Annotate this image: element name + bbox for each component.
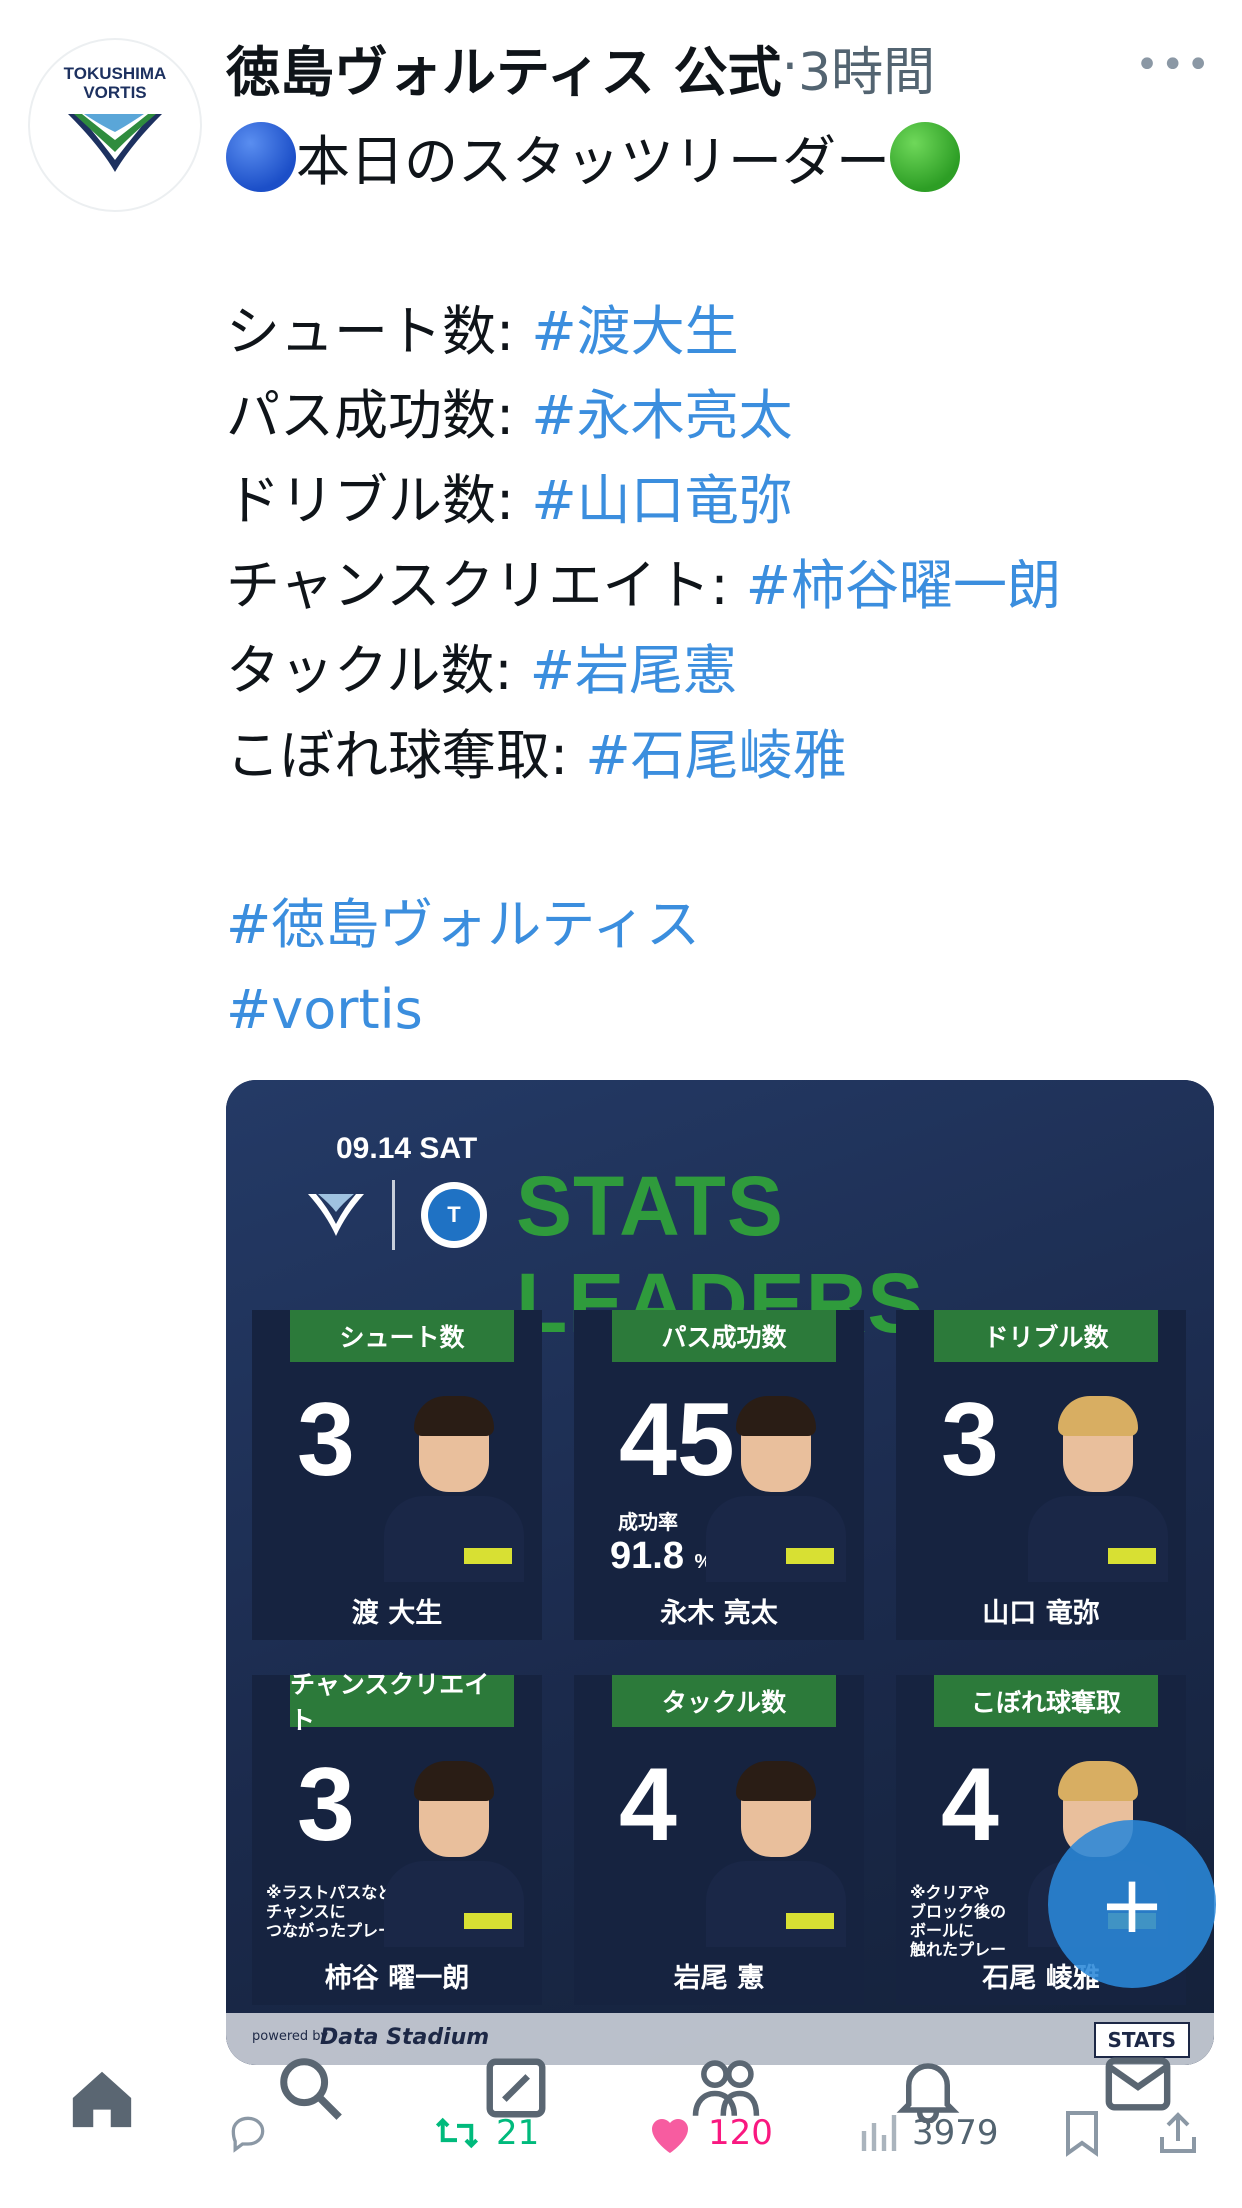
hashtag-link[interactable]: #永木亮太 bbox=[531, 384, 792, 447]
tweet-header: 徳島ヴォルティス 公式 · 3時間 bbox=[226, 30, 935, 105]
stat-line: ドリブル数: #山口竜弥 bbox=[226, 469, 793, 533]
plus-icon: + bbox=[1098, 1857, 1166, 1951]
stat-value: 3 bbox=[297, 1747, 355, 1863]
match-date: 09.14 SAT bbox=[336, 1132, 478, 1165]
stat-cell: チャンスクリエイト 3 ※ラストパスなど チャンスに つながったプレー 柿谷 曜… bbox=[252, 1670, 542, 2005]
opponent-logo-icon: T bbox=[421, 1182, 487, 1248]
stat-label: こぼれ球奪取 bbox=[934, 1675, 1158, 1727]
hashtag-line: #vortis bbox=[226, 968, 1216, 1053]
stat-value: 4 bbox=[941, 1747, 999, 1863]
tab-spaces[interactable] bbox=[476, 2048, 556, 2128]
tweet-text: 本日のスタッツリーダー シュート数: #渡大生 パス成功数: #永木亮太 ドリブ… bbox=[226, 120, 1216, 1053]
stat-value: 4 bbox=[619, 1747, 677, 1863]
stat-label: パス成功数 bbox=[612, 1310, 836, 1362]
home-icon bbox=[72, 2071, 132, 2128]
compose-square-icon bbox=[486, 2058, 546, 2118]
player-photo bbox=[384, 1396, 524, 1582]
player-photo bbox=[1028, 1396, 1168, 1582]
player-name: 岩尾 憲 bbox=[673, 1963, 765, 1994]
hashtag-link[interactable]: #柿谷曜一朗 bbox=[746, 554, 1061, 617]
team-logos: T bbox=[306, 1180, 487, 1250]
stat-label: シュート数 bbox=[290, 1310, 514, 1362]
player-photo bbox=[706, 1761, 846, 1947]
player-name: 永木 亮太 bbox=[660, 1598, 778, 1629]
headline: 本日のスタッツリーダー bbox=[226, 120, 1216, 205]
compose-tweet-button[interactable]: + bbox=[1048, 1820, 1216, 1988]
tab-search[interactable] bbox=[270, 2048, 350, 2128]
player-photo bbox=[706, 1396, 846, 1582]
separator-dot: · bbox=[781, 37, 799, 97]
green-circle-icon bbox=[890, 122, 960, 192]
stat-line: こぼれ球奪取: #石尾崚雅 bbox=[226, 723, 847, 787]
stat-cell: パス成功数 45 成功率 91.8 % 永木 亮太 bbox=[574, 1310, 864, 1640]
success-rate-label: 成功率 bbox=[618, 1510, 678, 1534]
bell-icon bbox=[896, 2063, 960, 2123]
stat-label: タックル数 bbox=[612, 1675, 836, 1727]
stat-note: ※ラストパスなど チャンスに つながったプレー bbox=[266, 1883, 395, 1940]
stat-line: パス成功数: #永木亮太 bbox=[226, 384, 793, 448]
hashtag-link[interactable]: #vortis bbox=[226, 978, 423, 1041]
stat-label: チャンスクリエイト bbox=[290, 1670, 514, 1735]
stat-label: ドリブル数 bbox=[934, 1310, 1158, 1362]
stat-cell: シュート数 3 渡 大生 bbox=[252, 1310, 542, 1640]
tab-notifications[interactable] bbox=[888, 2048, 968, 2128]
logo-divider bbox=[392, 1180, 395, 1250]
hashtag-link[interactable]: #渡大生 bbox=[531, 300, 738, 363]
hashtag-link[interactable]: #石尾崚雅 bbox=[585, 724, 846, 787]
stat-value: 3 bbox=[941, 1382, 999, 1498]
stat-line: チャンスクリエイト: #柿谷曜一朗 bbox=[226, 553, 1061, 617]
tweet-time[interactable]: 3時間 bbox=[798, 30, 935, 105]
bottom-tab-bar bbox=[0, 2014, 1242, 2208]
stat-note: ※クリアや ブロック後の ボールに 触れたプレー bbox=[910, 1883, 1007, 1959]
stat-value: 3 bbox=[297, 1382, 355, 1498]
search-icon bbox=[280, 2058, 342, 2120]
player-photo bbox=[384, 1761, 524, 1947]
tab-communities[interactable] bbox=[686, 2048, 766, 2128]
hashtag-link[interactable]: #岩尾憲 bbox=[530, 639, 737, 702]
hashtag-line: #徳島ヴォルティス bbox=[226, 883, 1216, 968]
people-icon bbox=[692, 2060, 760, 2116]
tab-home[interactable] bbox=[62, 2058, 142, 2138]
stat-line: タックル数: #岩尾憲 bbox=[226, 638, 737, 702]
stat-cell: ドリブル数 3 山口 竜弥 bbox=[896, 1310, 1186, 1640]
player-name: 柿谷 曜一朗 bbox=[324, 1963, 470, 1994]
tab-messages[interactable] bbox=[1098, 2044, 1178, 2124]
player-name: 渡 大生 bbox=[351, 1598, 443, 1629]
player-name: 山口 竜弥 bbox=[982, 1598, 1100, 1629]
vortis-logo-icon bbox=[68, 114, 162, 172]
success-rate-value: 91.8 % bbox=[610, 1535, 713, 1577]
stat-cell: タックル数 4 岩尾 憲 bbox=[574, 1675, 864, 2005]
avatar-text: TOKUSHIMA VORTIS bbox=[63, 64, 167, 102]
mail-icon bbox=[1105, 2057, 1171, 2111]
blue-circle-icon bbox=[226, 122, 296, 192]
stat-line: シュート数: #渡大生 bbox=[226, 299, 739, 363]
author-name[interactable]: 徳島ヴォルティス 公式 bbox=[226, 28, 782, 107]
vortis-logo-icon bbox=[308, 1194, 364, 1236]
profile-avatar[interactable]: TOKUSHIMA VORTIS bbox=[28, 38, 202, 212]
hashtag-link[interactable]: #山口竜弥 bbox=[531, 469, 792, 532]
more-options-icon[interactable]: ••• bbox=[1135, 42, 1212, 88]
hashtag-link[interactable]: #徳島ヴォルティス bbox=[226, 893, 700, 956]
